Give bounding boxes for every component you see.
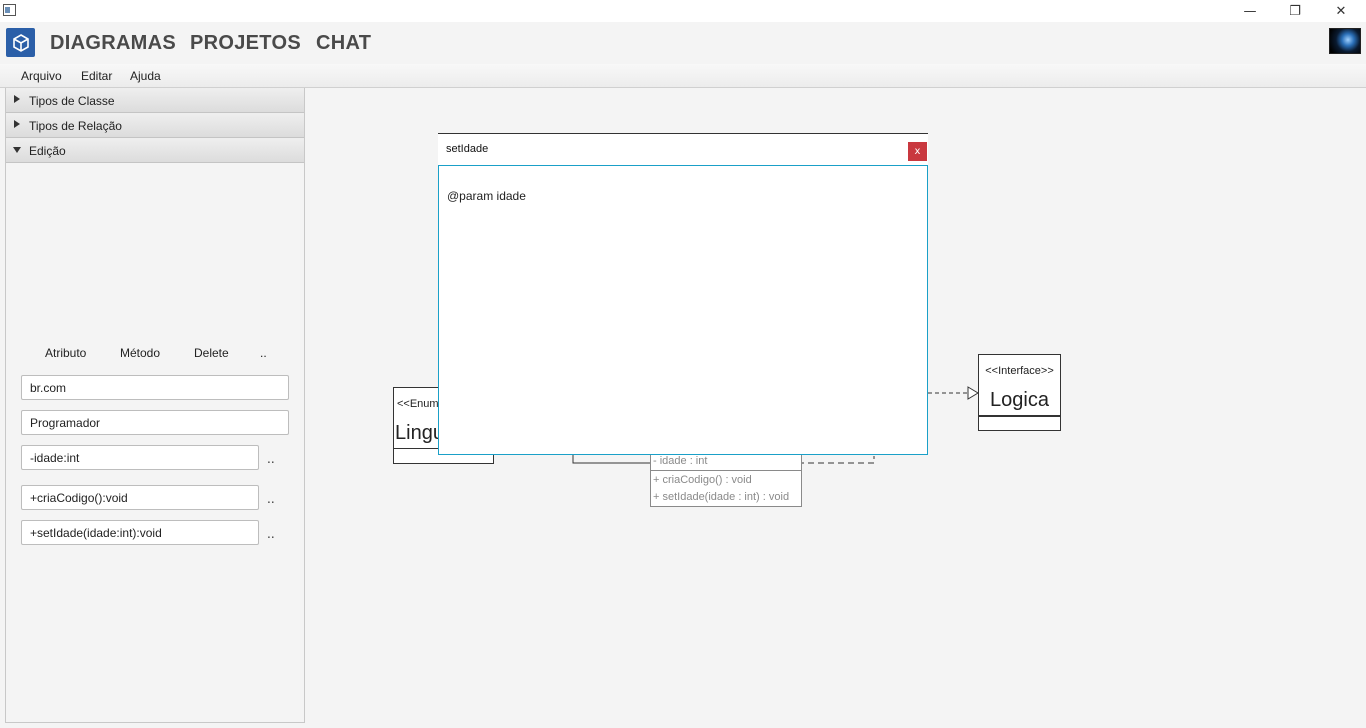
realization-arrowhead [967,386,979,400]
class-method: + criaCodigo() : void [653,474,752,486]
javadoc-dialog: setIdade x @param idade [438,133,928,455]
interface-name: Logica [990,389,1049,411]
dialog-body-text: @param idade [447,189,526,203]
interface-box[interactable]: <<Interface>> Logica [978,354,1061,431]
class-divider [651,470,801,471]
dialog-close-button[interactable]: x [908,142,927,161]
class-attribute: - idade : int [653,455,708,467]
enum-name: Lingu [395,422,444,444]
dialog-text-area[interactable]: @param idade [438,165,928,455]
dialog-title: setIdade [446,143,489,155]
class-method: + setIdade(idade : int) : void [653,491,790,503]
enum-stereotype: <<Enum [397,398,439,410]
interface-stereotype: <<Interface>> [985,365,1054,377]
interface-divider [979,415,1060,417]
